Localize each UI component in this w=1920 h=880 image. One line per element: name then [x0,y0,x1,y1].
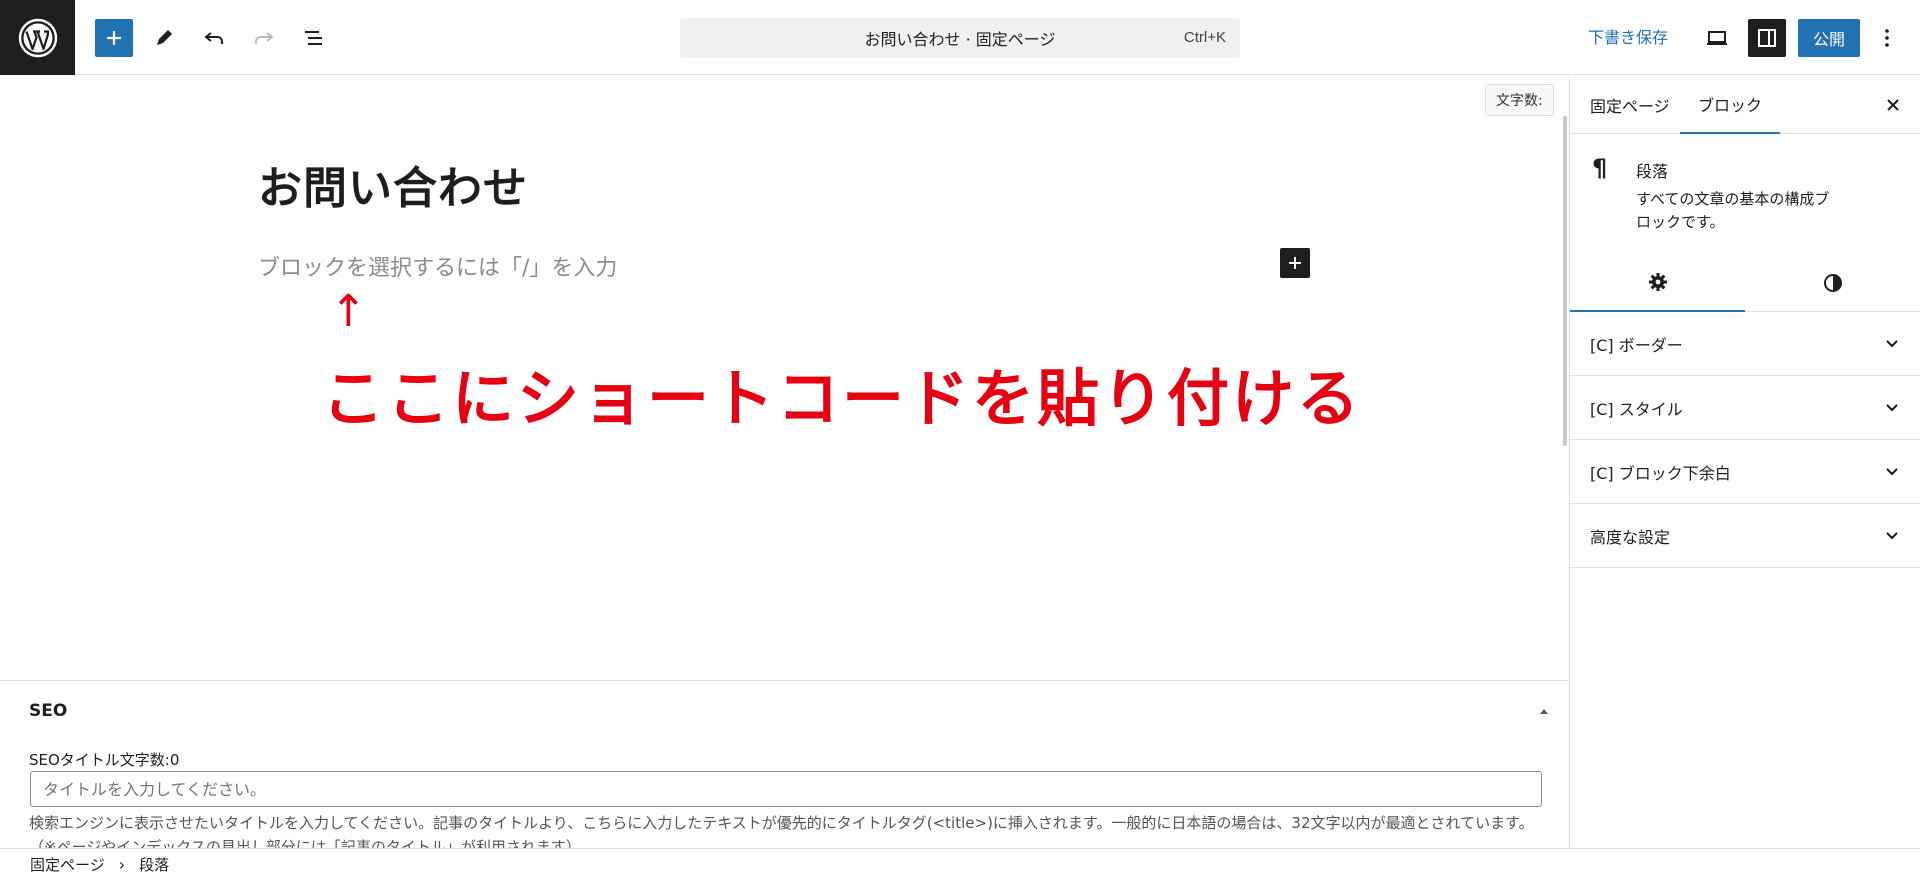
breadcrumb-separator: › [118,855,126,874]
seo-title-count-label: SEOタイトル文字数:0 [29,751,180,769]
tab-styles[interactable] [1745,254,1920,312]
keyboard-shortcut: Ctrl+K [1183,29,1226,46]
tab-settings[interactable] [1570,254,1745,312]
undo-icon [204,32,223,44]
chevron-down-icon [1886,532,1898,540]
annotation-text: ここにショートコードを貼り付ける [322,362,1363,435]
wordpress-logo-button[interactable] [0,0,75,75]
block-name: 段落 [1636,162,1669,181]
undo-button[interactable] [195,19,233,57]
caret-up-icon [1540,709,1548,714]
empty-block-placeholder[interactable]: ブロックを選択するには「/」を入力 [258,250,617,282]
plus-icon [1289,257,1301,269]
panel-label: 高度な設定 [1590,527,1671,547]
seo-collapse-toggle[interactable] [1534,701,1554,721]
sidebar-icon [1758,29,1776,47]
document-overview-button[interactable] [295,19,333,57]
more-vertical-icon [1885,29,1889,47]
panel-style[interactable]: [C] スタイル [1570,376,1920,440]
panel-label: [C] ブロック下余白 [1590,463,1731,483]
canvas-scrollbar[interactable] [1563,116,1567,446]
paragraph-icon: ¶ [1592,154,1608,182]
sidebar-tabs: 固定ページ ブロック [1570,76,1920,134]
pencil-icon [157,30,172,45]
block-inserter-button[interactable] [95,19,133,57]
inline-block-inserter[interactable] [1280,248,1310,278]
plus-icon [107,31,121,45]
save-draft-button[interactable]: 下書き保存 [1588,24,1668,48]
panel-border[interactable]: [C] ボーダー [1570,312,1920,376]
redo-icon [255,32,274,44]
chevron-down-icon [1886,340,1898,348]
panel-block-margin[interactable]: [C] ブロック下余白 [1570,440,1920,504]
panel-advanced[interactable]: 高度な設定 [1570,504,1920,568]
list-view-icon [305,31,322,45]
annotation-arrow: ↑ [330,286,367,337]
inspector-tabs [1570,254,1920,312]
tools-button[interactable] [145,19,183,57]
block-breadcrumb: 固定ページ › 段落 [0,848,1920,880]
block-card: ¶ 段落 すべての文章の基本の構成ブロックです。 [1570,134,1920,254]
close-sidebar-button[interactable] [1881,93,1905,117]
gear-icon [1648,273,1667,291]
editor-canvas: 文字数: お問い合わせ ブロックを選択するには「/」を入力 ↑ ここにショートコ… [0,76,1569,680]
command-palette-bar[interactable]: お問い合わせ · 固定ページ Ctrl+K [680,18,1240,58]
block-description: すべての文章の基本の構成ブロックです。 [1636,190,1830,231]
editor-header: お問い合わせ · 固定ページ Ctrl+K 下書き保存 公開 [0,0,1920,75]
panel-label: [C] スタイル [1590,399,1683,419]
panel-label: [C] ボーダー [1590,335,1683,355]
options-menu-button[interactable] [1872,19,1902,57]
redo-button[interactable] [245,19,283,57]
preview-button[interactable] [1698,19,1736,57]
publish-button[interactable]: 公開 [1798,19,1860,57]
seo-heading: SEO [29,701,68,721]
chevron-down-icon [1886,468,1898,476]
close-icon [1887,99,1899,111]
document-title: お問い合わせ · 固定ページ [864,30,1056,49]
contrast-icon [1823,274,1842,292]
settings-sidebar-toggle[interactable] [1748,19,1786,57]
seo-help-text: 検索エンジンに表示させたいタイトルを入力してください。記事のタイトルより、こちら… [29,814,1534,848]
chevron-down-icon [1886,404,1898,412]
character-count-badge: 文字数: [1485,84,1554,116]
seo-title-input[interactable] [30,771,1542,807]
tab-page[interactable]: 固定ページ [1590,76,1670,134]
post-title[interactable]: お問い合わせ [258,152,528,216]
breadcrumb-item-paragraph[interactable]: 段落 [139,854,169,875]
desktop-preview-icon [1707,31,1727,45]
settings-sidebar: 固定ページ ブロック ¶ 段落 すべての文章の基本の構成ブロックです。 [C] … [1569,76,1920,848]
breadcrumb-item-page[interactable]: 固定ページ [30,854,105,875]
seo-meta-box: SEO SEOタイトル文字数:0 検索エンジンに表示させたいタイトルを入力してく… [0,680,1569,848]
wordpress-icon [18,18,57,57]
tab-block[interactable]: ブロック [1680,76,1781,134]
